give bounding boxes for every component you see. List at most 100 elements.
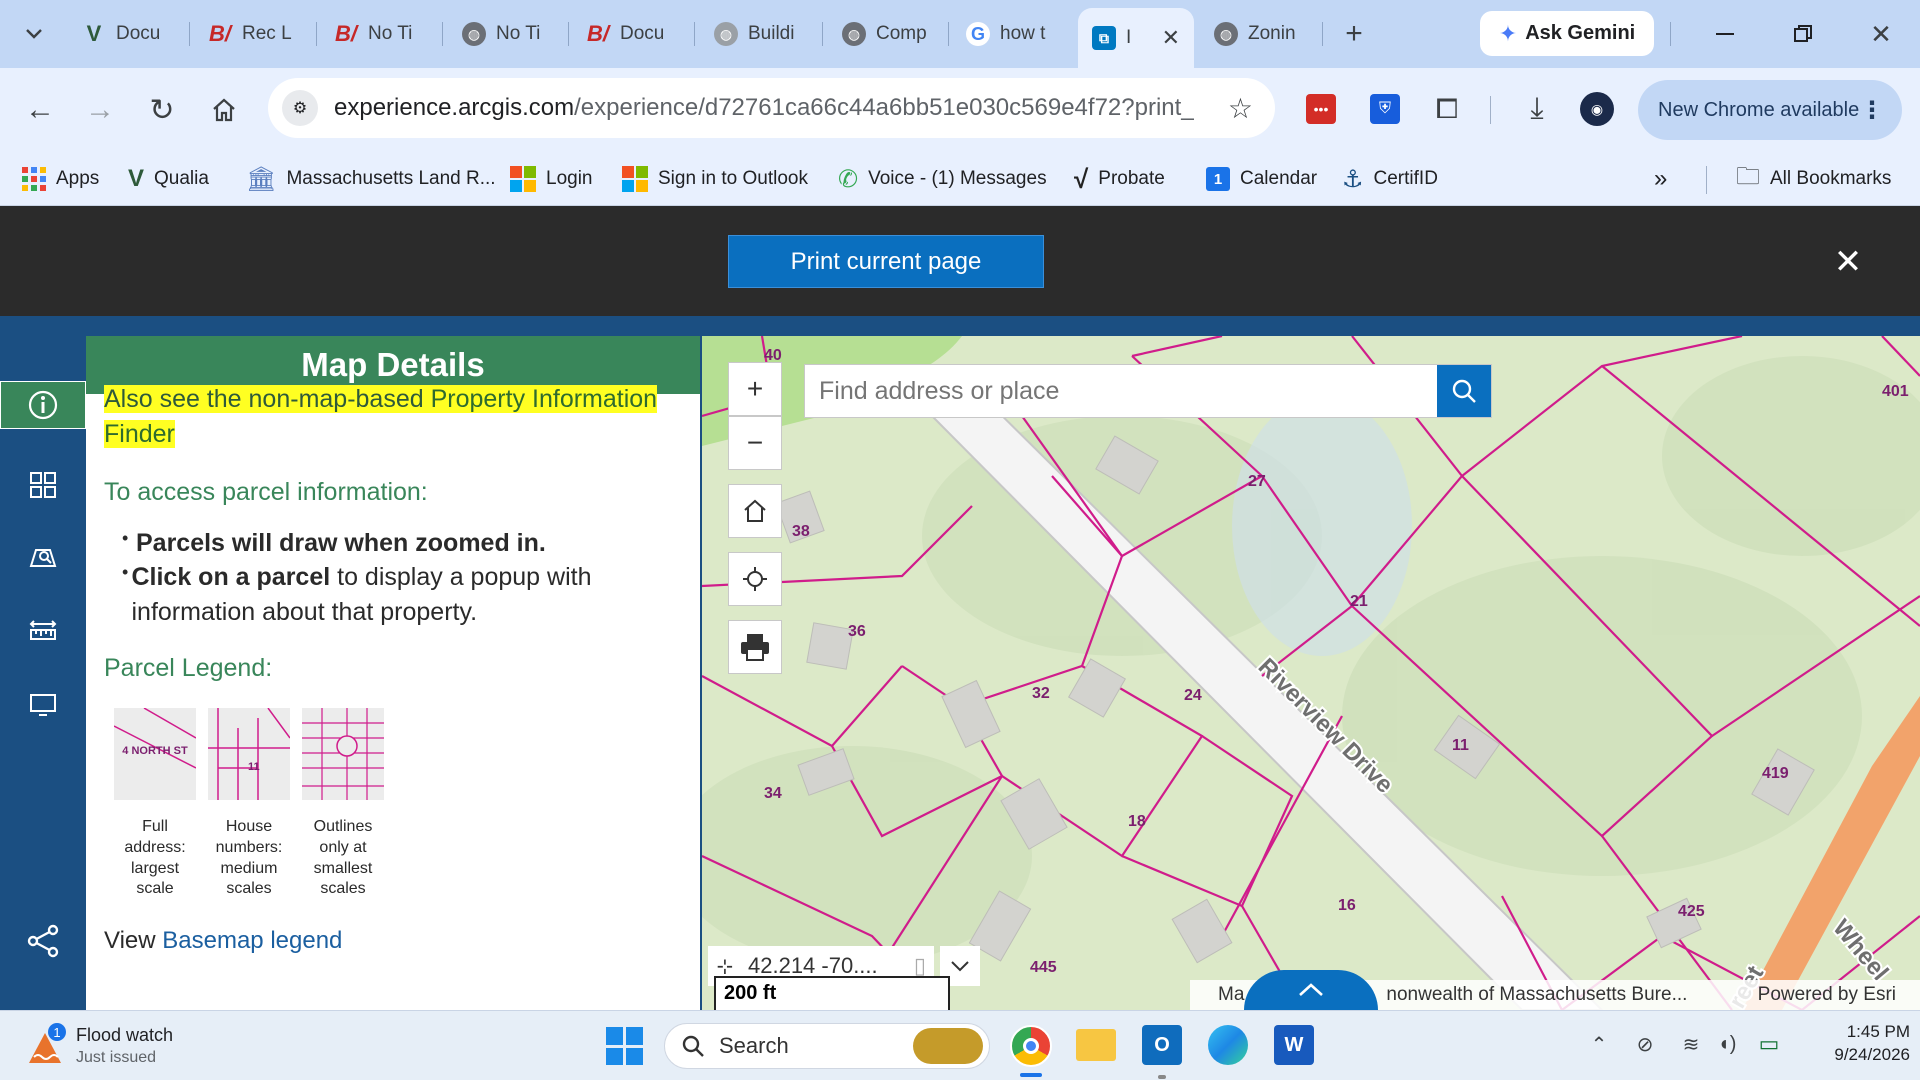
- basemap-legend-link[interactable]: Basemap legend: [162, 927, 342, 954]
- back-icon[interactable]: ←: [18, 88, 62, 132]
- download-icon[interactable]: ⤓: [1518, 90, 1556, 128]
- weather-widget[interactable]: 1 Flood watch Just issued: [22, 1021, 222, 1071]
- tab-comp[interactable]: ◍ Comp: [828, 10, 946, 58]
- measure-icon: [29, 620, 57, 640]
- lastpass-extension-icon[interactable]: •••: [1306, 94, 1336, 124]
- tab-arcgis-active[interactable]: ⧉ I ✕: [1078, 8, 1194, 68]
- locate-button[interactable]: [728, 552, 782, 606]
- bookmark-qualia[interactable]: V Qualia: [128, 164, 209, 194]
- chrome-taskbar-icon[interactable]: [1010, 1025, 1052, 1067]
- globe-icon: ◍: [842, 22, 866, 46]
- restore-icon[interactable]: [1778, 18, 1828, 50]
- tab-search-dropdown-icon[interactable]: [14, 18, 54, 50]
- file-explorer-icon[interactable]: [1076, 1029, 1116, 1061]
- reload-icon[interactable]: ↻: [140, 88, 184, 132]
- nav-search-map[interactable]: [0, 532, 86, 582]
- tab-label: Docu: [116, 23, 161, 44]
- word-icon[interactable]: W: [1274, 1025, 1314, 1065]
- nav-map-details[interactable]: [0, 381, 86, 429]
- bookmark-calendar[interactable]: 1 Calendar: [1206, 164, 1317, 194]
- tab-docu-2[interactable]: B/ Docu: [572, 10, 690, 58]
- clock[interactable]: 1:45 PM 9/24/2026: [1800, 1021, 1910, 1067]
- search-button[interactable]: [1437, 365, 1491, 417]
- close-window-icon[interactable]: ✕: [1856, 18, 1906, 50]
- home-extent-button[interactable]: [728, 484, 782, 538]
- all-bookmarks-button[interactable]: 🗀 All Bookmarks: [1736, 163, 1892, 194]
- info-icon: [28, 390, 58, 420]
- print-button-label: Print current page: [790, 247, 982, 275]
- tab-docu-1[interactable]: V Docu: [68, 10, 186, 58]
- show-hidden-icons-chevron-icon[interactable]: ⌃: [1584, 1029, 1614, 1059]
- zoom-out-button[interactable]: −: [728, 416, 782, 470]
- print-current-page-button[interactable]: Print current page: [728, 235, 1044, 288]
- tab-building[interactable]: ◍ Buildi: [700, 10, 818, 58]
- address-search-input[interactable]: [805, 365, 1437, 417]
- tab-label: how t: [1000, 23, 1046, 44]
- parcel-number: 18: [1128, 813, 1146, 830]
- extensions-puzzle-icon[interactable]: ⧠: [1428, 90, 1466, 128]
- bookmark-certifid[interactable]: ⚓ CertifID: [1342, 164, 1438, 194]
- bookmark-star-icon[interactable]: ☆: [1228, 92, 1253, 125]
- chevron-down-icon: [951, 961, 969, 972]
- bookmark-probate[interactable]: √ Probate: [1074, 164, 1165, 194]
- tab-rec[interactable]: B/ Rec L: [194, 10, 312, 58]
- microsoft-icon: [622, 166, 648, 192]
- close-print-icon[interactable]: ✕: [1826, 240, 1870, 284]
- bookmark-outlook[interactable]: Sign in to Outlook: [622, 164, 808, 194]
- taskbar-search[interactable]: Search: [664, 1023, 990, 1069]
- bookmark-apps[interactable]: Apps: [22, 164, 99, 194]
- close-tab-icon[interactable]: ✕: [1162, 25, 1180, 51]
- nav-print[interactable]: [0, 680, 86, 730]
- tab-zoning[interactable]: ◍ Zonin: [1200, 10, 1318, 58]
- profile-avatar-icon[interactable]: ◉: [1580, 92, 1614, 126]
- scale-label: 200 ft: [724, 982, 777, 1004]
- all-bookmarks-label: All Bookmarks: [1770, 168, 1892, 189]
- battery-icon[interactable]: ▭: [1752, 1029, 1786, 1059]
- parcel-number: 425: [1678, 903, 1705, 920]
- bookmark-mass-land[interactable]: 🏛 Massachusetts Land R...: [246, 164, 496, 194]
- map-view[interactable]: Riverview Drive Wheel reet 40 401 27 38 …: [702, 336, 1920, 1010]
- tab-no-title-2[interactable]: ◍ No Ti: [448, 10, 566, 58]
- header-strip: [0, 316, 1920, 336]
- certifid-icon: ⚓: [1342, 165, 1364, 193]
- more-bookmarks-chevron-icon[interactable]: »: [1654, 164, 1667, 194]
- nav-share[interactable]: [0, 916, 86, 966]
- address-bar[interactable]: ⚙ experience.arcgis.com/experience/d7276…: [268, 78, 1275, 138]
- site-info-icon[interactable]: ⚙: [282, 90, 318, 126]
- nav-layers[interactable]: [0, 460, 86, 510]
- more-menu-icon[interactable]: ⋮: [1860, 96, 1884, 125]
- print-map-button[interactable]: [728, 620, 782, 674]
- home-icon[interactable]: [202, 88, 246, 132]
- parcel-legend: 4 NORTH ST Full address: largest scale 1…: [104, 706, 682, 901]
- wifi-icon[interactable]: ≋: [1676, 1029, 1706, 1059]
- taskbar-search-label: Search: [719, 1033, 789, 1058]
- phone-icon: ✆: [838, 165, 859, 193]
- tab-google[interactable]: G how t: [952, 10, 1070, 58]
- zoom-in-button[interactable]: +: [728, 362, 782, 416]
- tab-no-title-1[interactable]: B/ No Ti: [320, 10, 438, 58]
- b-icon: B/: [209, 21, 231, 46]
- chrome-update-button[interactable]: New Chrome available ⋮: [1638, 80, 1902, 140]
- edge-icon[interactable]: [1208, 1025, 1248, 1065]
- legend-item-full-address: 4 NORTH ST Full address: largest scale: [113, 706, 197, 901]
- bookmark-login[interactable]: Login: [510, 164, 593, 194]
- start-button[interactable]: [606, 1027, 644, 1065]
- clock-date: 9/24/2026: [1834, 1044, 1910, 1064]
- attribution-text-2: nonwealth of Massachusetts Bure...: [1386, 984, 1688, 1005]
- bitwarden-extension-icon[interactable]: ⛨: [1370, 94, 1400, 124]
- volume-icon[interactable]: ◖): [1712, 1029, 1742, 1059]
- minimize-icon[interactable]: [1700, 18, 1750, 50]
- powered-by-esri[interactable]: Powered by Esri: [1758, 984, 1896, 1006]
- parcel-map[interactable]: Riverview Drive Wheel reet 40 401 27 38 …: [702, 336, 1920, 1010]
- cloud-sync-off-icon[interactable]: ⊘: [1628, 1029, 1662, 1059]
- outlook-icon[interactable]: O: [1142, 1025, 1182, 1065]
- coordinate-crosshair-icon[interactable]: ⊹: [708, 954, 742, 979]
- new-tab-icon[interactable]: +: [1334, 16, 1374, 52]
- ask-gemini-button[interactable]: ✦ Ask Gemini: [1480, 11, 1654, 56]
- expand-panel-button[interactable]: [1244, 970, 1378, 1010]
- bullet-list: • Parcels will draw when zoomed in. • Clic…: [122, 527, 592, 626]
- bookmark-voice[interactable]: ✆ Voice - (1) Messages: [838, 164, 1047, 194]
- nav-measure[interactable]: [0, 606, 86, 656]
- forward-icon[interactable]: →: [78, 88, 122, 132]
- url-domain: experience.arcgis.com: [334, 94, 575, 121]
